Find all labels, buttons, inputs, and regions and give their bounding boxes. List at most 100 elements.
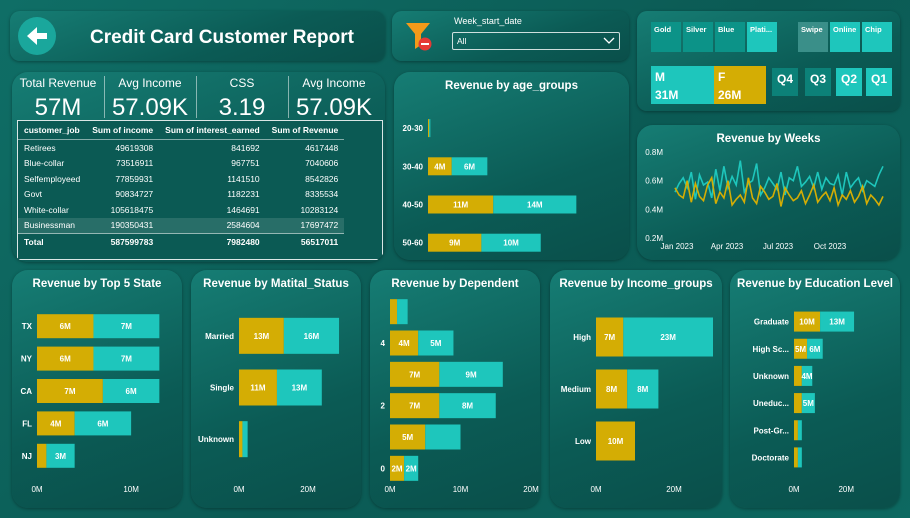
data-label: 6M (809, 345, 820, 354)
data-label: 5M (803, 399, 814, 408)
table-row[interactable]: Govt 90834727 1182231 8335534 (18, 187, 344, 203)
bar-segment (428, 119, 430, 138)
back-button[interactable] (18, 17, 56, 55)
data-label: 10M (608, 437, 624, 446)
gender-m-value: 31M (655, 88, 679, 102)
slicer-card-platinum[interactable]: Plati... (747, 22, 777, 52)
data-label: 9M (466, 370, 477, 379)
table-row[interactable]: Selfemployeed 77859931 1141510 8542826 (18, 171, 344, 187)
data-label: 10M (503, 239, 519, 248)
slicer-card-gold[interactable]: Gold (651, 22, 681, 52)
kpi-divider (288, 76, 289, 118)
bar-segment (797, 420, 802, 441)
state-chart: 6M 7M TX 6M 7M NY 7M 6M CA 4M 6M FL 3M NJ 0M 10M (20, 314, 160, 494)
data-label: 7M (409, 370, 420, 379)
table-cell: Total (24, 236, 44, 247)
x-tick-label: 0M (31, 485, 42, 494)
quarter-q4[interactable]: Q4 (772, 68, 798, 96)
y-tick-label: Single (210, 384, 235, 393)
quarter-q2[interactable]: Q2 (836, 68, 862, 96)
data-label: 10M (799, 318, 815, 327)
table-cell: 8542826 (305, 173, 339, 184)
filter-dropdown[interactable]: All (452, 32, 620, 50)
date-filter-card: Week_start_date All (392, 11, 629, 61)
slicer-chip-online[interactable]: Online (830, 22, 860, 52)
y-tick-label: 0.4M (645, 205, 663, 214)
slicer-card-blue[interactable]: Blue (715, 22, 745, 52)
column-header[interactable]: Sum of Revenue (265, 121, 345, 140)
data-label: 16M (304, 332, 320, 341)
slicer-card-silver[interactable]: Silver (683, 22, 713, 52)
y-tick-label: NJ (22, 452, 32, 461)
table-cell: 190350431 (110, 220, 154, 231)
table-cell: Selfemployeed (24, 173, 81, 184)
header-card: Credit Card Customer Report (10, 11, 385, 61)
kpi-css-label: CSS (229, 76, 255, 90)
chevron-down-icon (603, 37, 615, 44)
job-table: customer_job Sum of income Sum of intere… (18, 121, 345, 250)
x-tick-label: 0M (233, 485, 244, 494)
data-label: 5M (402, 433, 413, 442)
table-cell: 1464691 (226, 204, 260, 215)
table-cell: 17697472 (300, 220, 339, 231)
data-label: 8M (637, 385, 648, 394)
quarter-q1[interactable]: Q1 (866, 68, 892, 96)
y-tick-label: 0 (381, 464, 386, 473)
slicer-chip-swipe[interactable]: Swipe (798, 22, 828, 52)
bar-segment (429, 119, 431, 138)
y-tick-label: Uneduc... (753, 399, 789, 408)
bar-segment (239, 421, 243, 458)
dependent-chart: 4M 5M 4 7M 9M 7M 8M 2 5M 2M 2M 0 0M 10M 20M (381, 299, 539, 494)
x-tick-label: 20M (523, 485, 539, 494)
filter-clear-icon[interactable] (404, 19, 434, 53)
slicer-chip-chip[interactable]: Chip (862, 22, 892, 52)
y-tick-label: 2 (381, 402, 386, 411)
data-label: 13M (292, 384, 308, 393)
kpi-css-value: 3.19 (218, 94, 266, 121)
quarter-q3[interactable]: Q3 (805, 68, 831, 96)
bar-segment (390, 299, 398, 325)
y-tick-label: NY (21, 355, 33, 364)
table-cell: 4617448 (305, 142, 339, 153)
column-header[interactable]: Sum of interest_earned (159, 121, 266, 140)
column-header[interactable]: customer_job (18, 121, 87, 140)
data-label: 9M (449, 239, 460, 248)
kpi-total-revenue-value: 57M (34, 94, 82, 121)
weeks-line-chart: 0.2M0.4M0.6M0.8MJan 2023 Apr 2023 Jul 2023… (645, 148, 884, 251)
y-tick-label: TX (22, 322, 33, 331)
data-label: 7M (604, 333, 615, 342)
table-row[interactable]: Businessman 190350431 2584604 17697472 (18, 217, 345, 234)
data-label: 23M (660, 333, 676, 342)
x-tick-label: 10M (123, 485, 139, 494)
y-tick-label: Low (575, 437, 592, 446)
table-cell: Businessman (24, 220, 76, 231)
y-tick-label: 30-40 (403, 162, 424, 171)
income-chart: 7M 23M High 8M 8M Medium 10M Low 0M 20M (561, 317, 713, 494)
bar-segment (425, 424, 461, 450)
x-tick-label: Apr 2023 (711, 242, 744, 251)
kpi-avg-income-value: 57.09K (111, 94, 189, 121)
table-row[interactable]: Retirees 49619308 841692 4617448 (18, 140, 344, 156)
table-row[interactable]: Blue-collar 73516911 967751 7040606 (18, 156, 344, 172)
bar-segment (397, 299, 408, 325)
y-tick-label: 40-50 (403, 201, 424, 210)
x-tick-label: 20M (666, 485, 682, 494)
x-tick-label: Oct 2023 (814, 242, 847, 251)
arrow-left-icon (27, 27, 47, 45)
gender-m-tile[interactable]: M 31M (651, 66, 714, 104)
table-cell: Govt (24, 189, 42, 200)
data-label: 6M (60, 322, 71, 331)
gender-f-tile[interactable]: F 26M (714, 66, 766, 104)
column-header[interactable]: Sum of income (86, 121, 160, 140)
data-label: 3M (55, 452, 66, 461)
chart-card-dependent: Revenue by Dependent 4M 5M 4 7M 9M 7M 8M 2 5M 2M 2… (370, 270, 540, 508)
bar-segment (794, 447, 798, 468)
table-cell: 105618475 (110, 204, 154, 215)
x-tick-label: Jul 2023 (763, 242, 794, 251)
chart-card-marital: Revenue by Matital_Status 13M 16M Married 1… (191, 270, 361, 508)
education-chart: 10M 13MGraduate5M 6MHigh Sc...4MUnknown5MU… (752, 311, 854, 494)
y-tick-label: Medium (561, 385, 591, 394)
table-row[interactable]: White-collar 105618475 1464691 10283124 (18, 202, 344, 218)
table-cell: 73516911 (115, 158, 154, 169)
data-label: 6M (97, 419, 108, 428)
